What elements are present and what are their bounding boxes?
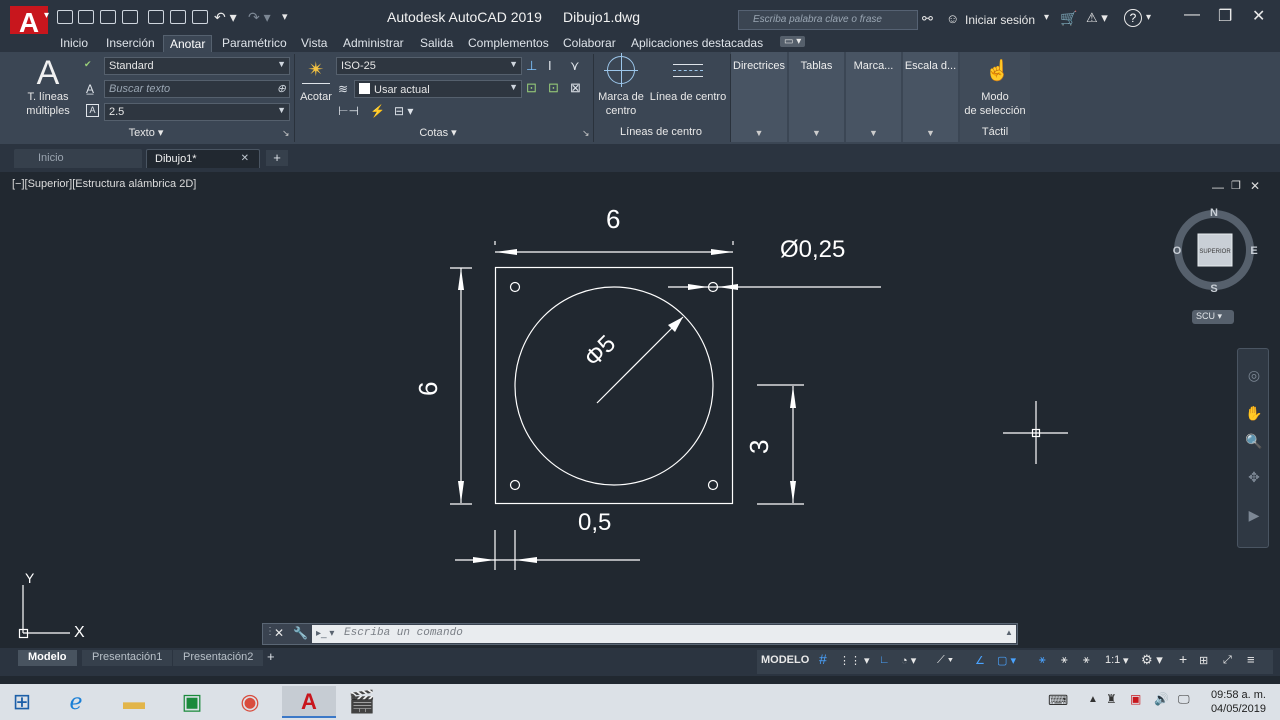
hole-top-left <box>509 281 521 293</box>
arrowhead <box>458 481 464 503</box>
arrowhead <box>718 284 738 290</box>
zoom-icon[interactable]: 🔍 <box>1245 433 1263 451</box>
compass-s[interactable]: S <box>1210 283 1217 295</box>
model-space-button[interactable]: MODELO <box>761 654 809 666</box>
status-bar: MODELO # ⋮⋮ ▾ ∟ ◔ ▾ ⟋ ▾ ∠ ▢ ▾ ⚹ ⚹ ⚹ 1:1 … <box>757 650 1273 674</box>
compass-n[interactable]: N <box>1210 207 1218 219</box>
keyboard-icon[interactable]: ⌨ <box>1048 692 1068 709</box>
command-input[interactable]: Escriba un comando <box>312 625 1016 643</box>
dim-text-bottom: 0,5 <box>578 509 611 536</box>
tray-display-icon[interactable]: 🖵 <box>1178 692 1190 707</box>
annotation-monitor-icon[interactable]: + <box>1179 651 1187 667</box>
video-editor-icon[interactable]: 🎬 <box>342 686 382 718</box>
close-command-icon[interactable]: ✕ <box>274 626 284 640</box>
auto-scale-icon[interactable]: ⚹ <box>1061 654 1068 667</box>
tray-expand-icon[interactable]: ▲ <box>1088 694 1098 705</box>
arrowhead <box>790 386 796 408</box>
annotation-visibility-icon[interactable]: ⚹ <box>1039 654 1046 667</box>
ucs-menu-button[interactable]: SCU ▾ <box>1192 310 1234 324</box>
taskbar-clock[interactable]: 09:58 a. m. 04/05/2019 <box>1211 688 1266 716</box>
arrowhead <box>711 249 733 255</box>
store-icon[interactable]: ▣ <box>172 686 212 718</box>
orbit-icon[interactable]: ✥ <box>1245 469 1263 487</box>
ucs-x-label: X <box>74 624 85 641</box>
start-windows-icon[interactable]: ⊞ <box>2 686 42 718</box>
arrowhead <box>495 249 517 255</box>
hole-bottom-left <box>509 479 521 491</box>
snap-icon[interactable]: ⋮⋮ ▾ <box>839 654 870 667</box>
tray-app-icon[interactable]: ♜ <box>1106 692 1117 706</box>
clock-date: 04/05/2019 <box>1210 703 1266 715</box>
hole-bottom-right <box>707 479 719 491</box>
osnap-icon[interactable]: ▢ ▾ <box>997 654 1016 667</box>
clock-time: 09:58 a. m. <box>1210 689 1266 701</box>
showmotion-icon[interactable]: ▶ <box>1245 507 1263 525</box>
viewcube[interactable]: SUPERIOR N S E O <box>1170 202 1260 298</box>
units-icon[interactable]: ⊞ <box>1199 654 1208 667</box>
navigation-bar: ◎ ✋ 🔍 ✥ ▶ <box>1237 348 1269 548</box>
dim-text-top: 6 <box>606 204 620 234</box>
annotation-scale-value[interactable]: 1:1 <box>1105 654 1120 666</box>
dim-text-right: 3 <box>744 440 774 454</box>
tray-network-icon[interactable]: ▣ <box>1130 692 1141 706</box>
quick-properties-icon[interactable]: ⤢ <box>1223 654 1232 667</box>
isodraft-icon[interactable]: ⟋ ▾ <box>937 654 953 667</box>
dim-text-hole: Ø0,25 <box>780 236 845 263</box>
internet-explorer-icon[interactable]: ℯ <box>56 686 96 718</box>
arrowhead <box>473 557 495 563</box>
arrowhead <box>790 481 796 503</box>
ucs-y-label: Y <box>25 570 35 586</box>
chrome-icon[interactable]: ◉ <box>230 686 270 718</box>
layout-tab-presentacion2[interactable]: Presentación2 <box>173 650 264 666</box>
arrowhead <box>688 284 708 290</box>
arrowhead <box>515 557 537 563</box>
steering-wheel-icon[interactable]: ◎ <box>1245 367 1263 385</box>
arrowhead <box>458 268 464 290</box>
ucs-menu-label: SCU <box>1196 311 1216 321</box>
dim-text-left: 6 <box>413 382 443 396</box>
workspace-gear-icon[interactable]: ⚙ ▾ <box>1141 652 1163 668</box>
ortho-icon[interactable]: ∟ <box>879 654 890 666</box>
volume-icon[interactable]: 🔊 <box>1154 692 1169 706</box>
compass-e[interactable]: E <box>1250 245 1257 257</box>
polar-icon[interactable]: ◔ ▾ <box>901 654 916 667</box>
command-history-icon[interactable]: ▲ <box>1005 628 1013 637</box>
add-layout-icon[interactable]: + <box>267 649 275 664</box>
annotation-scale-icon[interactable]: ⚹ <box>1083 654 1090 667</box>
customize-wrench-icon[interactable]: 🔧 <box>293 626 308 640</box>
file-explorer-icon[interactable]: ▬ <box>114 686 154 718</box>
grid-icon[interactable]: # <box>819 651 827 667</box>
object-snap-tracking-icon[interactable]: ∠ <box>975 654 985 667</box>
drawing-geometry: 6 Ø0,25 Φ5 6 3 0,5 X Y <box>18 204 1068 641</box>
dim-text-diameter: Φ5 <box>579 330 621 372</box>
viewcube-face[interactable]: SUPERIOR <box>1199 249 1231 255</box>
pan-hand-icon[interactable]: ✋ <box>1245 405 1263 423</box>
autocad-taskbar-icon[interactable]: A <box>282 686 336 718</box>
layout-tab-presentacion1[interactable]: Presentación1 <box>82 650 173 666</box>
scale-arrow-icon[interactable]: ▾ <box>1123 654 1129 667</box>
customization-icon[interactable]: ≡ <box>1247 652 1255 667</box>
layout-tab-model[interactable]: Modelo <box>18 650 77 666</box>
compass-w[interactable]: O <box>1173 245 1182 257</box>
command-prompt-icon: ▸_ ▾ <box>316 628 335 639</box>
